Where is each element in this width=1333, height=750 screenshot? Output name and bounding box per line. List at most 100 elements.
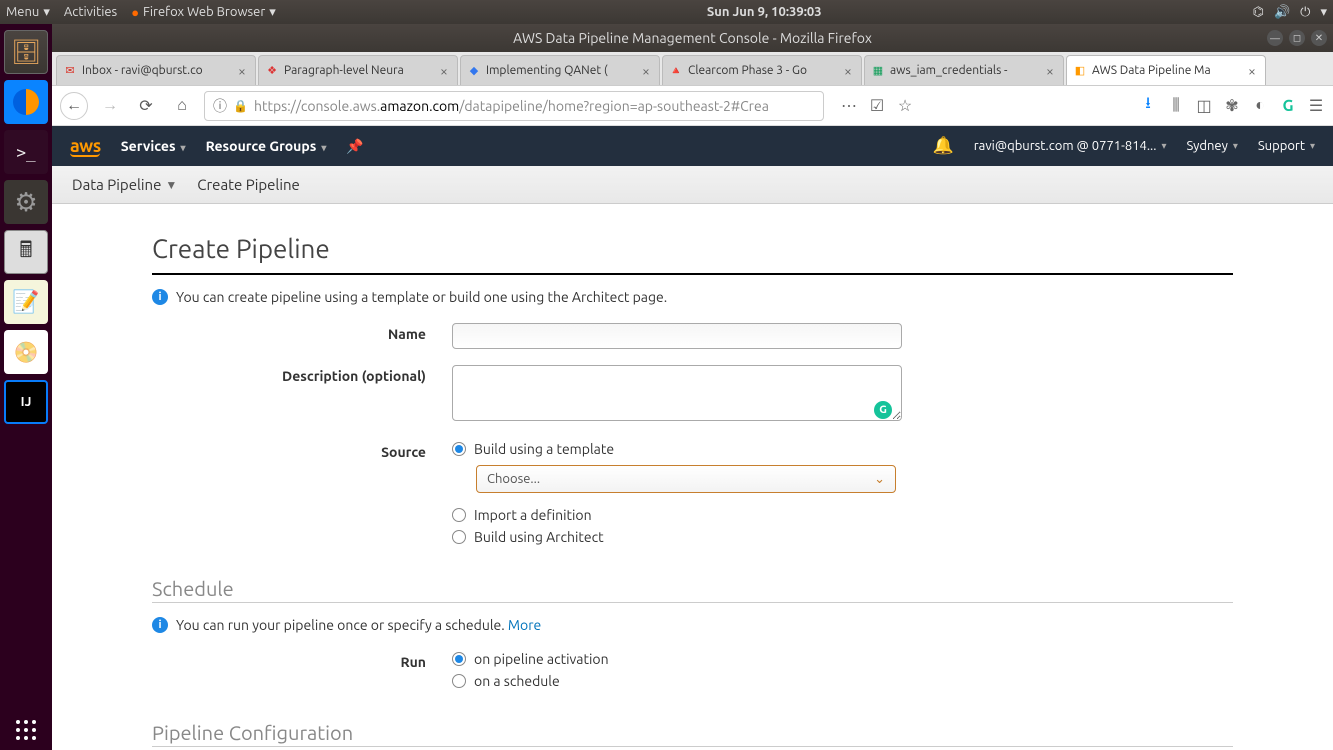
launcher-files-icon[interactable]: 🗄 [4,30,48,74]
bookmark-star-icon[interactable]: ☆ [896,97,914,115]
tab-inbox[interactable]: ✉ Inbox - ravi@qburst.co × [56,55,256,85]
aws-subnav-page[interactable]: Create Pipeline [197,176,300,193]
launcher-firefox-icon[interactable] [4,80,48,124]
nav-home-button[interactable]: ⌂ [168,92,196,120]
name-input[interactable] [452,323,902,349]
firefox-menu-icon[interactable]: ☰ [1307,97,1325,115]
ubuntu-current-app[interactable]: ● Firefox Web Browser ▾ [131,5,276,20]
info-icon: i [152,617,168,633]
close-icon[interactable]: × [235,64,249,78]
info-icon[interactable]: ⓘ [213,96,227,116]
grammarly-icon[interactable]: G [874,401,892,419]
window-maximize-button[interactable]: ◻ [1289,30,1305,46]
tab-iam-credentials[interactable]: ▦ aws_iam_credentials - × [864,55,1064,85]
firefox-titlebar: AWS Data Pipeline Management Console - M… [52,24,1333,52]
window-title: AWS Data Pipeline Management Console - M… [513,30,872,46]
aws-logo[interactable]: aws [70,136,101,157]
network-icon[interactable]: ⌬ [1253,5,1264,20]
nav-reload-button[interactable]: ⟳ [132,92,160,120]
tab-clearcom-drive[interactable]: 🔺 Clearcom Phase 3 - Go × [662,55,862,85]
gdrive-icon: 🔺 [669,64,683,78]
firefox-indicator-icon: ● [131,5,139,20]
chevron-down-icon: ⌄ [874,472,885,487]
schedule-heading: Schedule [152,577,1233,600]
url-bar[interactable]: ⓘ 🔒 https://console.aws.amazon.com/datap… [204,91,824,121]
aws-subnav: Data Pipeline ▼ Create Pipeline [52,166,1333,204]
launcher-calculator-icon[interactable]: 🖩 [4,230,48,274]
info-banner: i You can create pipeline using a templa… [152,289,1233,305]
radio-icon [452,442,466,456]
window-close-button[interactable]: ✕ [1311,30,1327,46]
nav-forward-button: → [96,92,124,120]
extension-icon-2[interactable]: ◐ [1251,97,1269,115]
aws-account-menu[interactable]: ravi@qburst.com @ 0771-814...▾ [974,139,1167,153]
firefox-tab-strip: ✉ Inbox - ravi@qburst.co × ❖ Paragraph-l… [52,52,1333,86]
system-menu-caret-icon[interactable]: ▾ [1320,5,1327,20]
launcher-show-apps-icon[interactable] [16,720,36,740]
close-icon[interactable]: × [1245,64,1259,78]
close-icon[interactable]: × [841,64,855,78]
tab-paragraph-neural[interactable]: ❖ Paragraph-level Neura × [258,55,458,85]
launcher-intellij-icon[interactable]: IJ [4,380,48,424]
power-icon[interactable]: ⏻ [1300,5,1310,20]
aws-icon: ◧ [1073,64,1087,78]
launcher-terminal-icon[interactable]: >_ [4,130,48,174]
launcher-texteditor-icon[interactable]: 📝 [4,280,48,324]
tab-qanet[interactable]: ◆ Implementing QANet ( × [460,55,660,85]
page-action-icon[interactable]: ⋯ [840,97,858,115]
volume-icon[interactable]: 🔊 [1274,5,1290,20]
firefox-toolbar: ← → ⟳ ⌂ ⓘ 🔒 https://console.aws.amazon.c… [52,86,1333,126]
extension-icon[interactable]: ✾ [1223,97,1241,115]
description-label: Description (optional) [152,365,452,425]
ubuntu-top-panel: Menu ▾ Activities ● Firefox Web Browser … [0,0,1333,24]
tab-aws-datapipeline[interactable]: ◧ AWS Data Pipeline Ma × [1066,55,1266,85]
template-select[interactable]: Choose... ⌄ [476,465,896,493]
schedule-info: i You can run your pipeline once or spec… [152,617,1233,633]
ubuntu-menu[interactable]: Menu ▾ [6,5,50,20]
run-option-schedule[interactable]: on a schedule [452,673,902,689]
aws-header: aws Services Resource Groups 📌 🔔 ravi@qb… [52,126,1333,166]
launcher-settings-icon[interactable]: ⚙ [4,180,48,224]
page-title: Create Pipeline [152,234,1233,263]
url-text: https://console.aws.amazon.com/datapipel… [254,98,769,114]
aws-nav-pin-icon[interactable]: 📌 [346,138,363,155]
pipeline-config-heading: Pipeline Configuration [152,721,1233,744]
gsheets-icon: ▦ [871,64,885,78]
page-icon: ❖ [265,64,279,78]
source-option-import[interactable]: Import a definition [452,507,902,523]
close-icon[interactable]: × [1043,64,1057,78]
downloads-icon[interactable]: ⭳ [1139,97,1157,115]
nav-back-button[interactable]: ← [60,92,88,120]
aws-nav-resource-groups[interactable]: Resource Groups [206,138,327,154]
chevron-down-icon: ▼ [165,178,177,192]
aws-subnav-product[interactable]: Data Pipeline ▼ [72,176,177,193]
window-minimize-button[interactable]: — [1267,30,1283,46]
source-option-template[interactable]: Build using a template [452,441,902,457]
radio-icon [452,530,466,544]
description-textarea[interactable] [452,365,902,421]
ubuntu-launcher: 🗄 >_ ⚙ 🖩 📝 📀 IJ [0,24,52,750]
name-label: Name [152,323,452,349]
aws-content[interactable]: Create Pipeline i You can create pipelin… [52,204,1333,750]
run-label: Run [152,651,452,695]
source-option-architect[interactable]: Build using Architect [452,529,902,545]
radio-icon [452,674,466,688]
launcher-app-icon[interactable]: 📀 [4,330,48,374]
schedule-more-link[interactable]: More [508,617,541,633]
ubuntu-activities[interactable]: Activities [64,5,117,19]
lock-icon: 🔒 [233,99,248,113]
source-label: Source [152,441,452,551]
radio-icon [452,652,466,666]
aws-support-menu[interactable]: Support▾ [1258,139,1315,153]
library-icon[interactable]: ⫼ [1167,97,1185,115]
close-icon[interactable]: × [437,64,451,78]
sidebar-icon[interactable]: ◫ [1195,97,1213,115]
aws-nav-services[interactable]: Services [121,138,186,154]
aws-notifications-icon[interactable]: 🔔 [933,136,954,156]
aws-region-menu[interactable]: Sydney▾ [1186,139,1237,153]
radio-icon [452,508,466,522]
run-option-activation[interactable]: on pipeline activation [452,651,902,667]
close-icon[interactable]: × [639,64,653,78]
grammarly-toolbar-icon[interactable]: G [1279,97,1297,115]
reader-mode-icon[interactable]: ☑ [868,97,886,115]
